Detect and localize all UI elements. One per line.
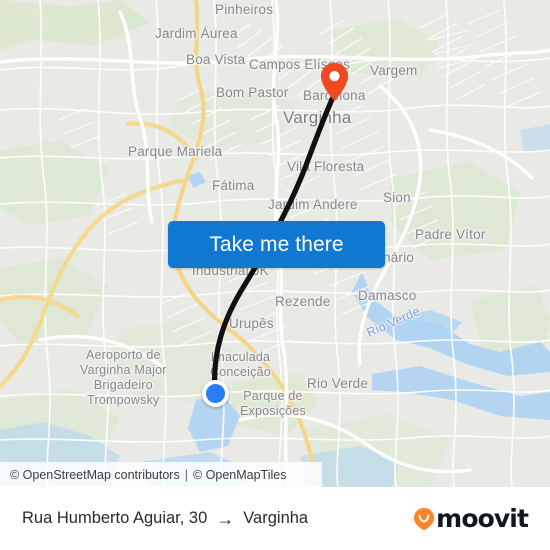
map-pin-icon [320, 62, 349, 102]
attribution-separator: | [184, 467, 188, 482]
moovit-wordmark: moovit [436, 504, 529, 533]
trip-summary: Rua Humberto Aguiar, 30 → Varginha [22, 509, 308, 528]
destination-pin[interactable] [320, 62, 349, 102]
map-attribution: © OpenStreetMap contributors | © OpenMap… [0, 462, 322, 487]
attribution-openmaptiles[interactable]: © OpenMapTiles [193, 468, 287, 482]
moovit-trip-map-screen: Pinheiros Jardim Áurea Boa Vista Campos Elí… [0, 0, 550, 550]
moovit-logo[interactable]: moovit [413, 504, 529, 533]
footer-bar: Rua Humberto Aguiar, 30 → Varginha moovi… [0, 487, 550, 550]
arrow-right-icon: → [216, 508, 235, 529]
take-me-there-button[interactable]: Take me there [168, 221, 385, 268]
map-canvas[interactable]: Pinheiros Jardim Áurea Boa Vista Campos Elí… [0, 0, 550, 487]
moovit-pin-icon [414, 507, 435, 530]
trip-destination: Varginha [243, 509, 309, 527]
origin-dot-marker[interactable] [202, 380, 229, 407]
trip-origin: Rua Humberto Aguiar, 30 [22, 509, 208, 527]
attribution-osm[interactable]: © OpenStreetMap contributors [10, 468, 180, 482]
